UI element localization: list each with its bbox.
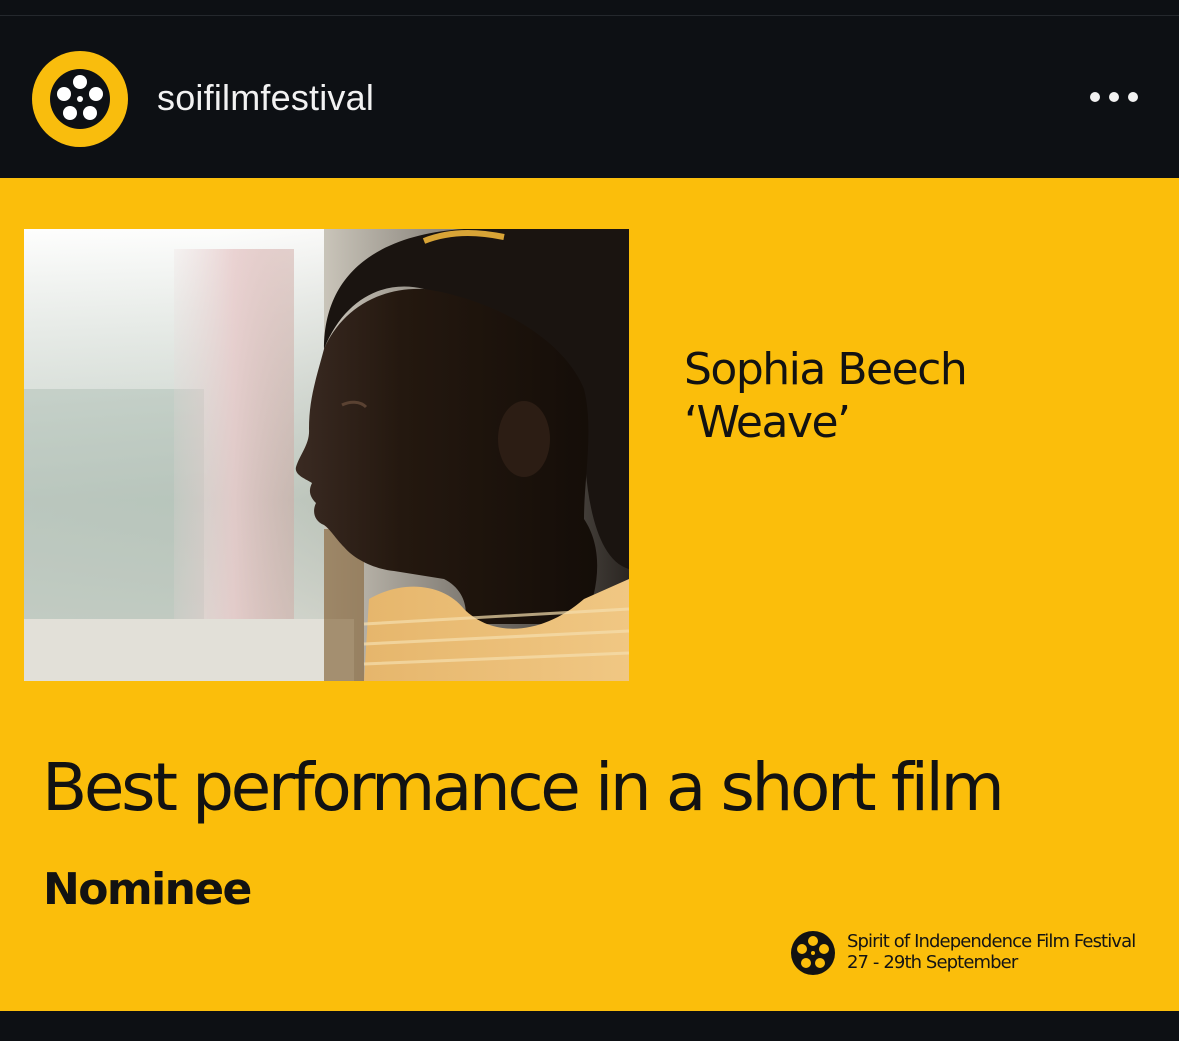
film-title: ‘Weave’ bbox=[684, 397, 851, 448]
post-header: soifilmfestival bbox=[0, 16, 1179, 178]
nomination-status: Nominee bbox=[43, 864, 252, 915]
film-reel-icon bbox=[50, 69, 110, 129]
more-options-button[interactable] bbox=[1084, 80, 1144, 114]
festival-dates: 27 - 29th September bbox=[847, 952, 1018, 973]
festival-signature: Spirit of Independence Film Festival 27 … bbox=[790, 929, 1160, 979]
more-options-icon-dot bbox=[1109, 92, 1119, 102]
award-category: Best performance in a short film bbox=[42, 749, 1005, 826]
nominee-credit: Sophia Beech ‘Weave’ bbox=[684, 343, 968, 449]
account-avatar[interactable] bbox=[32, 51, 128, 147]
more-options-icon-dot bbox=[1128, 92, 1138, 102]
post-image[interactable]: Sophia Beech ‘Weave’ Best performance in… bbox=[0, 178, 1179, 1011]
film-reel-icon bbox=[791, 931, 835, 975]
festival-text: Spirit of Independence Film Festival 27 … bbox=[847, 931, 1136, 973]
nominee-name: Sophia Beech bbox=[684, 344, 968, 395]
festival-name: Spirit of Independence Film Festival bbox=[847, 931, 1136, 952]
bottom-bar bbox=[0, 1011, 1179, 1041]
more-options-icon bbox=[1090, 92, 1100, 102]
film-still-photo bbox=[24, 229, 629, 681]
account-username[interactable]: soifilmfestival bbox=[157, 74, 374, 122]
